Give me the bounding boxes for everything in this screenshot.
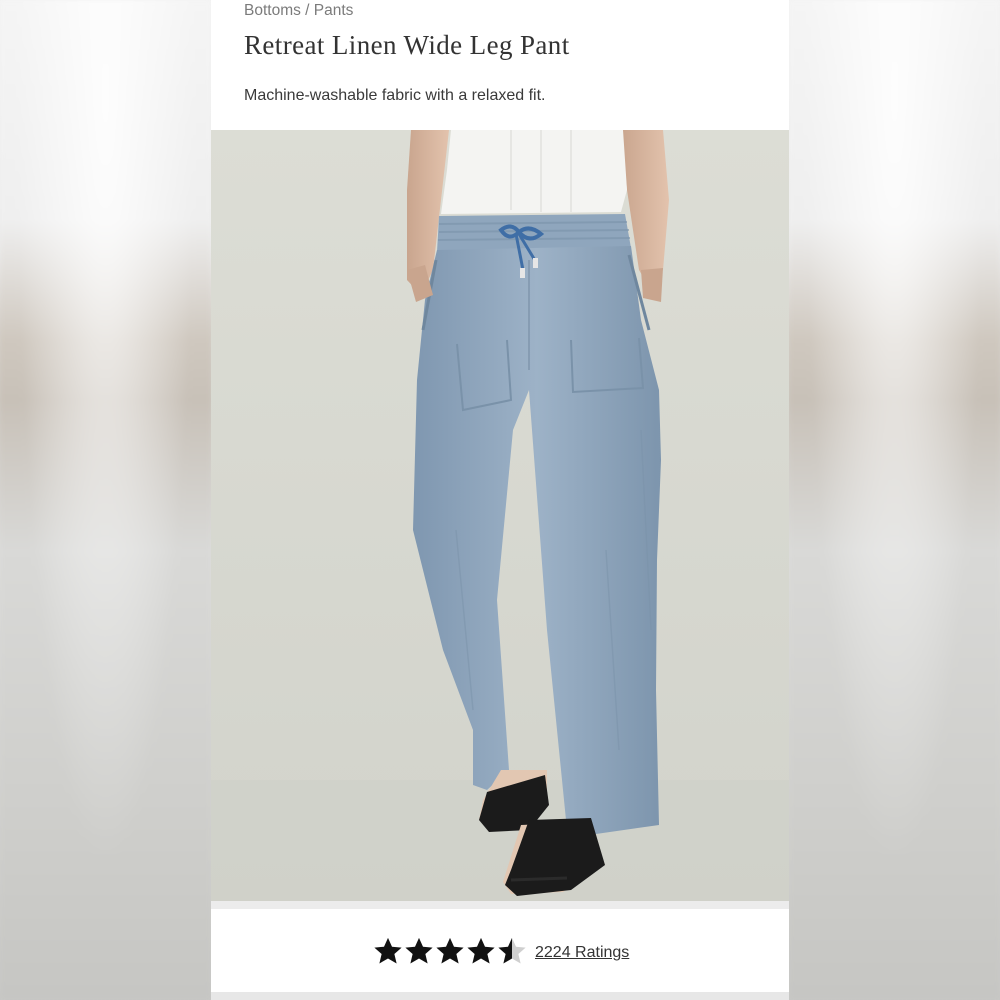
- star-half-icon: [498, 937, 526, 964]
- bottom-divider: [211, 992, 789, 1000]
- breadcrumb[interactable]: Bottoms / Pants: [244, 2, 353, 20]
- rating-summary: 2224 Ratings: [211, 909, 789, 994]
- section-divider: [211, 901, 789, 909]
- pants-illustration: [211, 130, 789, 901]
- background-blur-right: [789, 0, 1000, 1000]
- product-header: Bottoms / Pants Retreat Linen Wide Leg P…: [211, 0, 789, 126]
- product-image[interactable]: [211, 130, 789, 901]
- product-page: Bottoms / Pants Retreat Linen Wide Leg P…: [211, 0, 789, 1000]
- star-full-icon: [405, 937, 433, 964]
- star-full-icon: [436, 937, 464, 964]
- star-full-icon: [374, 937, 402, 964]
- ratings-count-link[interactable]: 2224 Ratings: [535, 944, 629, 962]
- product-title: Retreat Linen Wide Leg Pant: [244, 30, 570, 60]
- product-description: Machine-washable fabric with a relaxed f…: [244, 87, 546, 104]
- star-full-icon: [467, 937, 495, 964]
- background-blur-left: [0, 0, 211, 1000]
